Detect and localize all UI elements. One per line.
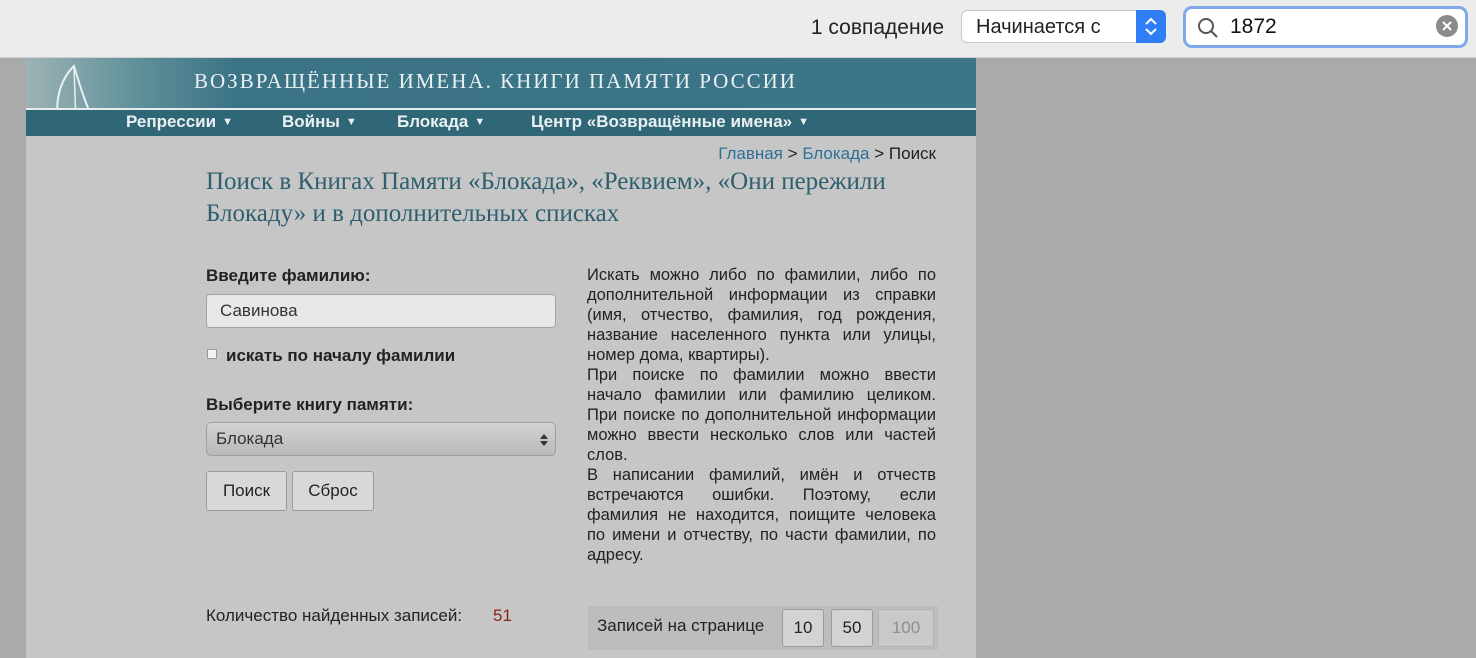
nav-item-center[interactable]: Центр «Возвращённые имена» ▼ [531, 112, 809, 132]
search-icon [1198, 18, 1218, 38]
results-count-label: Количество найденных записей: [206, 606, 463, 625]
find-search-input[interactable]: 1872 [1183, 6, 1468, 48]
site-banner: ВОЗВРАЩЁННЫЕ ИМЕНА. КНИГИ ПАМЯТИ РОССИИ [26, 58, 976, 132]
prefix-search-label[interactable]: искать по началу фамилии [226, 346, 455, 366]
search-button[interactable]: Поиск [206, 471, 287, 511]
surname-label: Введите фамилию: [206, 266, 371, 285]
chevron-down-icon: ▼ [345, 116, 357, 128]
find-mode-label: Начинается с [976, 16, 1101, 38]
per-page-50-button[interactable]: 50 [831, 609, 873, 647]
breadcrumb: Главная > Блокада > Поиск [718, 144, 936, 164]
book-selected-value: Блокада [216, 429, 284, 448]
breadcrumb-separator: > [787, 144, 798, 163]
help-paragraph: Искать можно либо по фамилии, либо по до… [587, 266, 936, 364]
nav-item-wars[interactable]: Войны ▼ [282, 112, 357, 132]
breadcrumb-home-link[interactable]: Главная [718, 144, 783, 163]
results-count: 51 [493, 606, 512, 625]
page-title: Поиск в Книгах Памяти «Блокада», «Реквие… [206, 168, 886, 227]
find-bar: 1 совпадение Начинается с 1872 [0, 0, 1476, 58]
per-page-10-button[interactable]: 10 [782, 609, 824, 647]
surname-input[interactable]: Савинова [206, 294, 556, 328]
surname-value: Савинова [220, 301, 298, 320]
reset-button[interactable]: Сброс [292, 471, 374, 511]
chevron-down-icon: ▼ [474, 116, 486, 128]
find-mode-stepper[interactable] [1136, 10, 1166, 43]
help-text: Искать можно либо по фамилии, либо по до… [587, 265, 936, 565]
find-mode-select[interactable]: Начинается с [961, 10, 1166, 43]
per-page-label: Записей на странице [597, 616, 765, 635]
main-nav: Репрессии ▼ Войны ▼ Блокада ▼ Центр «Возвра… [26, 110, 976, 136]
breadcrumb-blockade-link[interactable]: Блокада [802, 144, 869, 163]
web-page: ВОЗВРАЩЁННЫЕ ИМЕНА. КНИГИ ПАМЯТИ РОССИИ … [26, 58, 976, 658]
chevron-down-icon: ▼ [222, 116, 233, 128]
up-down-chevron-icon [1145, 17, 1157, 36]
book-label: Выберите книгу памяти: [206, 395, 414, 414]
help-paragraph: При поиске по фамилии можно ввести начал… [587, 366, 936, 464]
per-page-selector: Записей на странице 10 50 100 [588, 606, 938, 650]
nav-item-blockade[interactable]: Блокада ▼ [397, 112, 485, 132]
clear-search-button[interactable] [1436, 15, 1458, 37]
breadcrumb-current: Поиск [888, 144, 936, 163]
close-icon [1442, 21, 1452, 31]
prefix-search-checkbox[interactable] [207, 349, 217, 359]
help-paragraph: В написании фамилий, имён и отчеств встр… [587, 466, 936, 564]
nav-item-repressions[interactable]: Репрессии ▼ [126, 112, 233, 132]
breadcrumb-separator: > [874, 144, 885, 163]
site-title: ВОЗВРАЩЁННЫЕ ИМЕНА. КНИГИ ПАМЯТИ РОССИИ [194, 69, 797, 93]
per-page-100-button: 100 [878, 609, 934, 647]
book-select[interactable]: Блокада [206, 422, 556, 456]
find-query: 1872 [1230, 15, 1277, 38]
chevron-down-icon: ▼ [798, 116, 809, 128]
match-count: 1 совпадение [810, 16, 944, 39]
up-down-chevron-icon [540, 434, 548, 446]
